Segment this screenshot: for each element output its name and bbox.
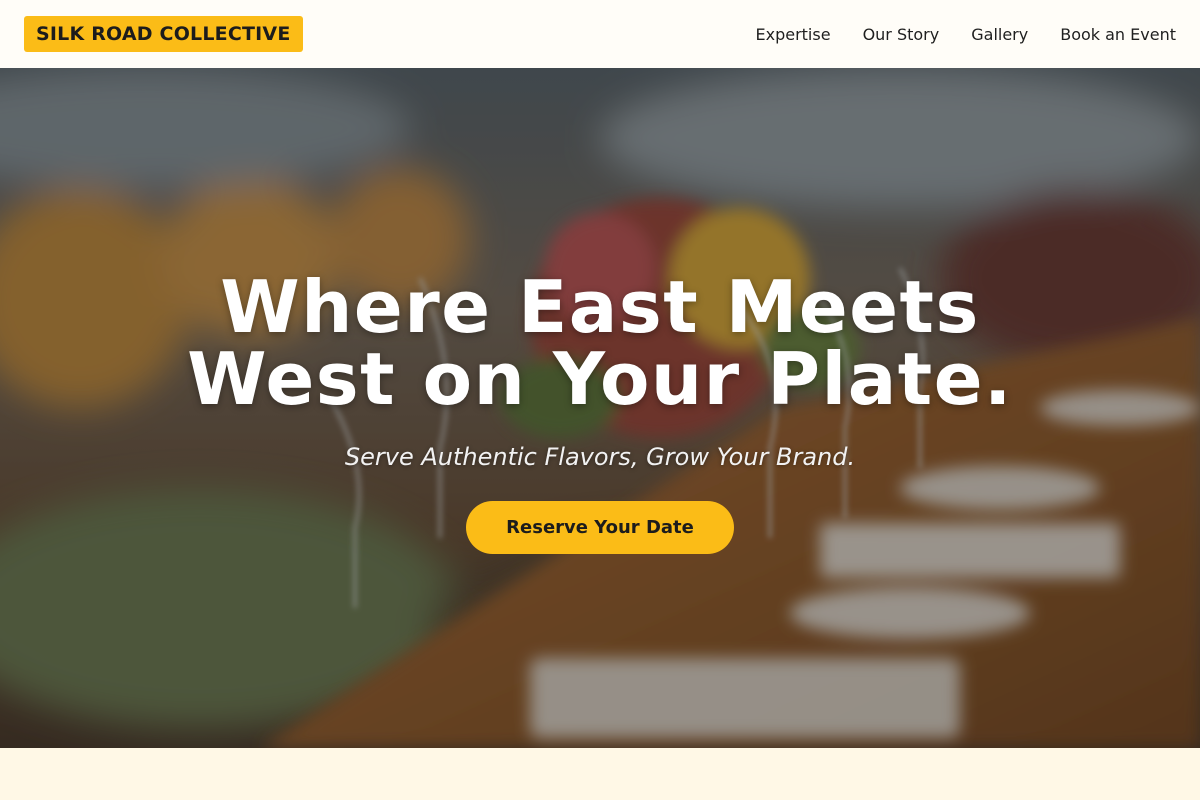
reserve-your-date-button[interactable]: Reserve Your Date: [466, 501, 734, 554]
nav-link-book-an-event[interactable]: Book an Event: [1060, 25, 1176, 44]
main-nav: Expertise Our Story Gallery Book an Even…: [756, 25, 1177, 44]
hero-title-line-2: West on Your Plate.: [187, 337, 1013, 421]
next-section: [0, 748, 1200, 800]
hero-content: Where East Meets West on Your Plate. Ser…: [0, 68, 1200, 748]
nav-link-expertise[interactable]: Expertise: [756, 25, 831, 44]
hero-subtitle: Serve Authentic Flavors, Grow Your Brand…: [344, 443, 856, 471]
brand-logo[interactable]: SILK ROAD COLLECTIVE: [24, 16, 303, 52]
site-header: SILK ROAD COLLECTIVE Expertise Our Story…: [0, 0, 1200, 68]
nav-link-gallery[interactable]: Gallery: [971, 25, 1028, 44]
nav-link-our-story[interactable]: Our Story: [863, 25, 940, 44]
hero-title: Where East Meets West on Your Plate.: [0, 271, 1200, 415]
hero-section: Where East Meets West on Your Plate. Ser…: [0, 68, 1200, 748]
